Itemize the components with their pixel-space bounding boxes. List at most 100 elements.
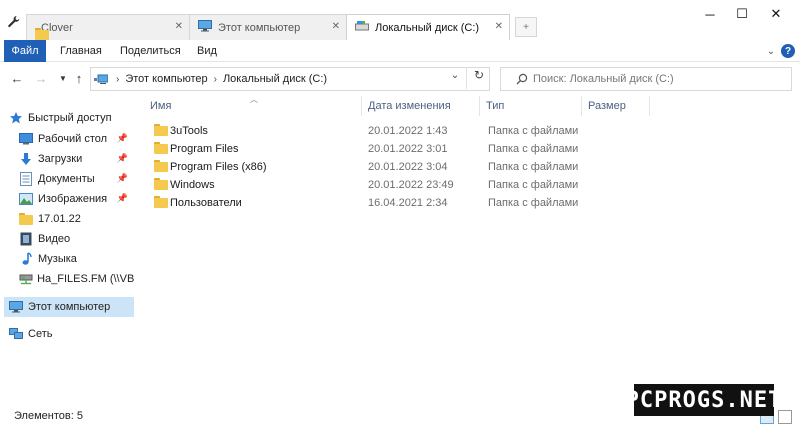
search-icon xyxy=(511,73,533,85)
sidebar-item-label: 17.01.22 xyxy=(38,213,81,225)
close-icon[interactable]: ✕ xyxy=(332,21,340,32)
close-window-button[interactable]: ✕ xyxy=(758,0,794,28)
column-header-name[interactable]: Имя xyxy=(144,96,362,116)
file-type: Папка с файлами xyxy=(488,125,579,137)
file-date: 20.01.2022 23:49 xyxy=(368,179,454,191)
sidebar-item-music[interactable]: Музыка xyxy=(4,249,134,269)
item-count: Элементов: 5 xyxy=(14,410,83,422)
sidebar-item-label: Изображения xyxy=(38,193,108,205)
sidebar-item-label: Музыка xyxy=(38,253,77,265)
ribbon-share-tab[interactable]: Поделиться xyxy=(120,40,181,62)
sidebar-item-label: Загрузки xyxy=(38,153,83,165)
search-input[interactable] xyxy=(533,73,773,85)
address-dropdown-icon[interactable]: ⌄ xyxy=(446,67,464,83)
breadcrumb-chevron-icon[interactable]: › xyxy=(214,74,217,85)
file-name: Windows xyxy=(170,179,215,191)
column-header-date[interactable]: Дата изменения xyxy=(362,96,480,116)
sidebar-item-folder-17-01-22[interactable]: 17.01.22 xyxy=(4,209,134,229)
chevron-down-icon[interactable]: ⌄ xyxy=(764,44,778,58)
file-list: 3uTools 20.01.2022 1:43 Папка с файлами … xyxy=(148,122,668,212)
navigation-bar: ← → ▼ ↑ › Этот компьютер › Локальный дис… xyxy=(0,63,800,93)
address-bar[interactable]: › Этот компьютер › Локальный диск (C:) xyxy=(90,67,490,91)
up-button[interactable]: ↑ xyxy=(70,69,88,87)
documents-icon xyxy=(18,171,34,187)
file-date: 20.01.2022 3:04 xyxy=(368,161,448,173)
search-box[interactable] xyxy=(500,67,792,91)
desktop-icon xyxy=(18,131,34,147)
table-row[interactable]: 3uTools 20.01.2022 1:43 Папка с файлами xyxy=(148,122,668,140)
ribbon-home-tab[interactable]: Главная xyxy=(60,40,102,62)
sidebar-item-network[interactable]: Сеть xyxy=(4,324,134,344)
maximize-button[interactable]: ☐ xyxy=(724,0,760,28)
ribbon-view-tab[interactable]: Вид xyxy=(197,40,217,62)
folder-icon xyxy=(154,124,168,137)
folder-icon xyxy=(154,178,168,191)
close-icon[interactable]: ✕ xyxy=(175,21,183,32)
pin-icon[interactable]: 📌 xyxy=(117,173,128,184)
sidebar-item-desktop[interactable]: Рабочий стол 📌 xyxy=(4,129,134,149)
sidebar-item-label: Документы xyxy=(38,173,95,185)
sidebar-item-network-drive[interactable]: На_FILES.FM (\\VBc xyxy=(4,269,134,289)
sidebar-item-pictures[interactable]: Изображения 📌 xyxy=(4,189,134,209)
breadcrumb-local-disk[interactable]: Локальный диск (C:) xyxy=(223,73,327,85)
sidebar-item-label: На_FILES.FM (\\VBc xyxy=(37,273,134,285)
forward-button[interactable]: → xyxy=(32,69,50,87)
back-button[interactable]: ← xyxy=(8,69,26,87)
pictures-icon xyxy=(18,191,34,207)
folder-icon xyxy=(154,160,168,173)
pin-icon[interactable]: 📌 xyxy=(117,153,128,164)
file-name: Program Files (x86) xyxy=(170,161,267,173)
sidebar-item-video[interactable]: Видео xyxy=(4,229,134,249)
column-header-size[interactable]: Размер xyxy=(582,96,650,116)
close-icon[interactable]: ✕ xyxy=(495,21,503,32)
ribbon-file-tab[interactable]: Файл xyxy=(4,40,46,62)
file-type: Папка с файлами xyxy=(488,197,579,209)
column-headers: Имя Дата изменения Тип Размер xyxy=(144,96,654,116)
table-row[interactable]: Пользователи 16.04.2021 2:34 Папка с фай… xyxy=(148,194,668,212)
network-drive-icon xyxy=(18,271,33,287)
folder-icon xyxy=(154,196,168,209)
ribbon-tabs: Файл Главная Поделиться Вид ⌄ ? xyxy=(0,40,800,62)
music-icon xyxy=(18,251,34,267)
tab-local-disk[interactable]: Локальный диск (C:) ✕ xyxy=(346,14,510,40)
file-date: 20.01.2022 1:43 xyxy=(368,125,448,137)
minimize-button[interactable]: ─ xyxy=(692,0,728,28)
sidebar-item-label: Сеть xyxy=(28,328,53,340)
divider xyxy=(466,67,467,89)
tab-strip: Clover ✕ Этот компьютер ✕ Локальный диск… xyxy=(26,14,537,40)
sidebar-item-quick-access[interactable]: Быстрый доступ xyxy=(4,108,134,128)
computer-icon xyxy=(8,299,24,315)
pin-icon[interactable]: 📌 xyxy=(117,193,128,204)
drive-icon xyxy=(355,20,369,35)
file-type: Папка с файлами xyxy=(488,179,579,191)
folder-icon xyxy=(154,142,168,155)
table-row[interactable]: Program Files 20.01.2022 3:01 Папка с фа… xyxy=(148,140,668,158)
network-icon xyxy=(8,326,24,342)
title-bar: Clover ✕ Этот компьютер ✕ Локальный диск… xyxy=(0,0,800,40)
breadcrumb-this-pc[interactable]: Этот компьютер xyxy=(125,73,207,85)
sidebar-item-label: Видео xyxy=(38,233,71,245)
wrench-icon[interactable] xyxy=(6,14,22,30)
tab-this-pc[interactable]: Этот компьютер ✕ xyxy=(189,14,347,40)
help-icon[interactable]: ? xyxy=(781,44,795,58)
video-icon xyxy=(18,231,34,247)
sidebar-item-downloads[interactable]: Загрузки 📌 xyxy=(4,149,134,169)
file-date: 20.01.2022 3:01 xyxy=(368,143,448,155)
sidebar-item-label: Рабочий стол xyxy=(38,133,108,145)
file-type: Папка с файлами xyxy=(488,143,579,155)
file-date: 16.04.2021 2:34 xyxy=(368,197,448,209)
new-tab-button[interactable]: + xyxy=(515,17,537,37)
tab-title: Локальный диск (C:) xyxy=(375,21,480,34)
computer-icon xyxy=(94,73,110,85)
table-row[interactable]: Program Files (x86) 20.01.2022 3:04 Папк… xyxy=(148,158,668,176)
navigation-pane: Быстрый доступ Рабочий стол 📌 Загрузки 📌… xyxy=(0,94,138,400)
sidebar-item-this-pc[interactable]: Этот компьютер xyxy=(4,297,134,317)
breadcrumb-chevron-icon[interactable]: › xyxy=(116,74,119,85)
refresh-icon[interactable]: ↻ xyxy=(470,67,488,83)
sidebar-item-documents[interactable]: Документы 📌 xyxy=(4,169,134,189)
tab-clover[interactable]: Clover ✕ xyxy=(26,14,190,40)
table-row[interactable]: Windows 20.01.2022 23:49 Папка с файлами xyxy=(148,176,668,194)
pin-icon[interactable]: 📌 xyxy=(117,133,128,144)
column-header-type[interactable]: Тип xyxy=(480,96,582,116)
plus-icon: + xyxy=(523,21,529,33)
